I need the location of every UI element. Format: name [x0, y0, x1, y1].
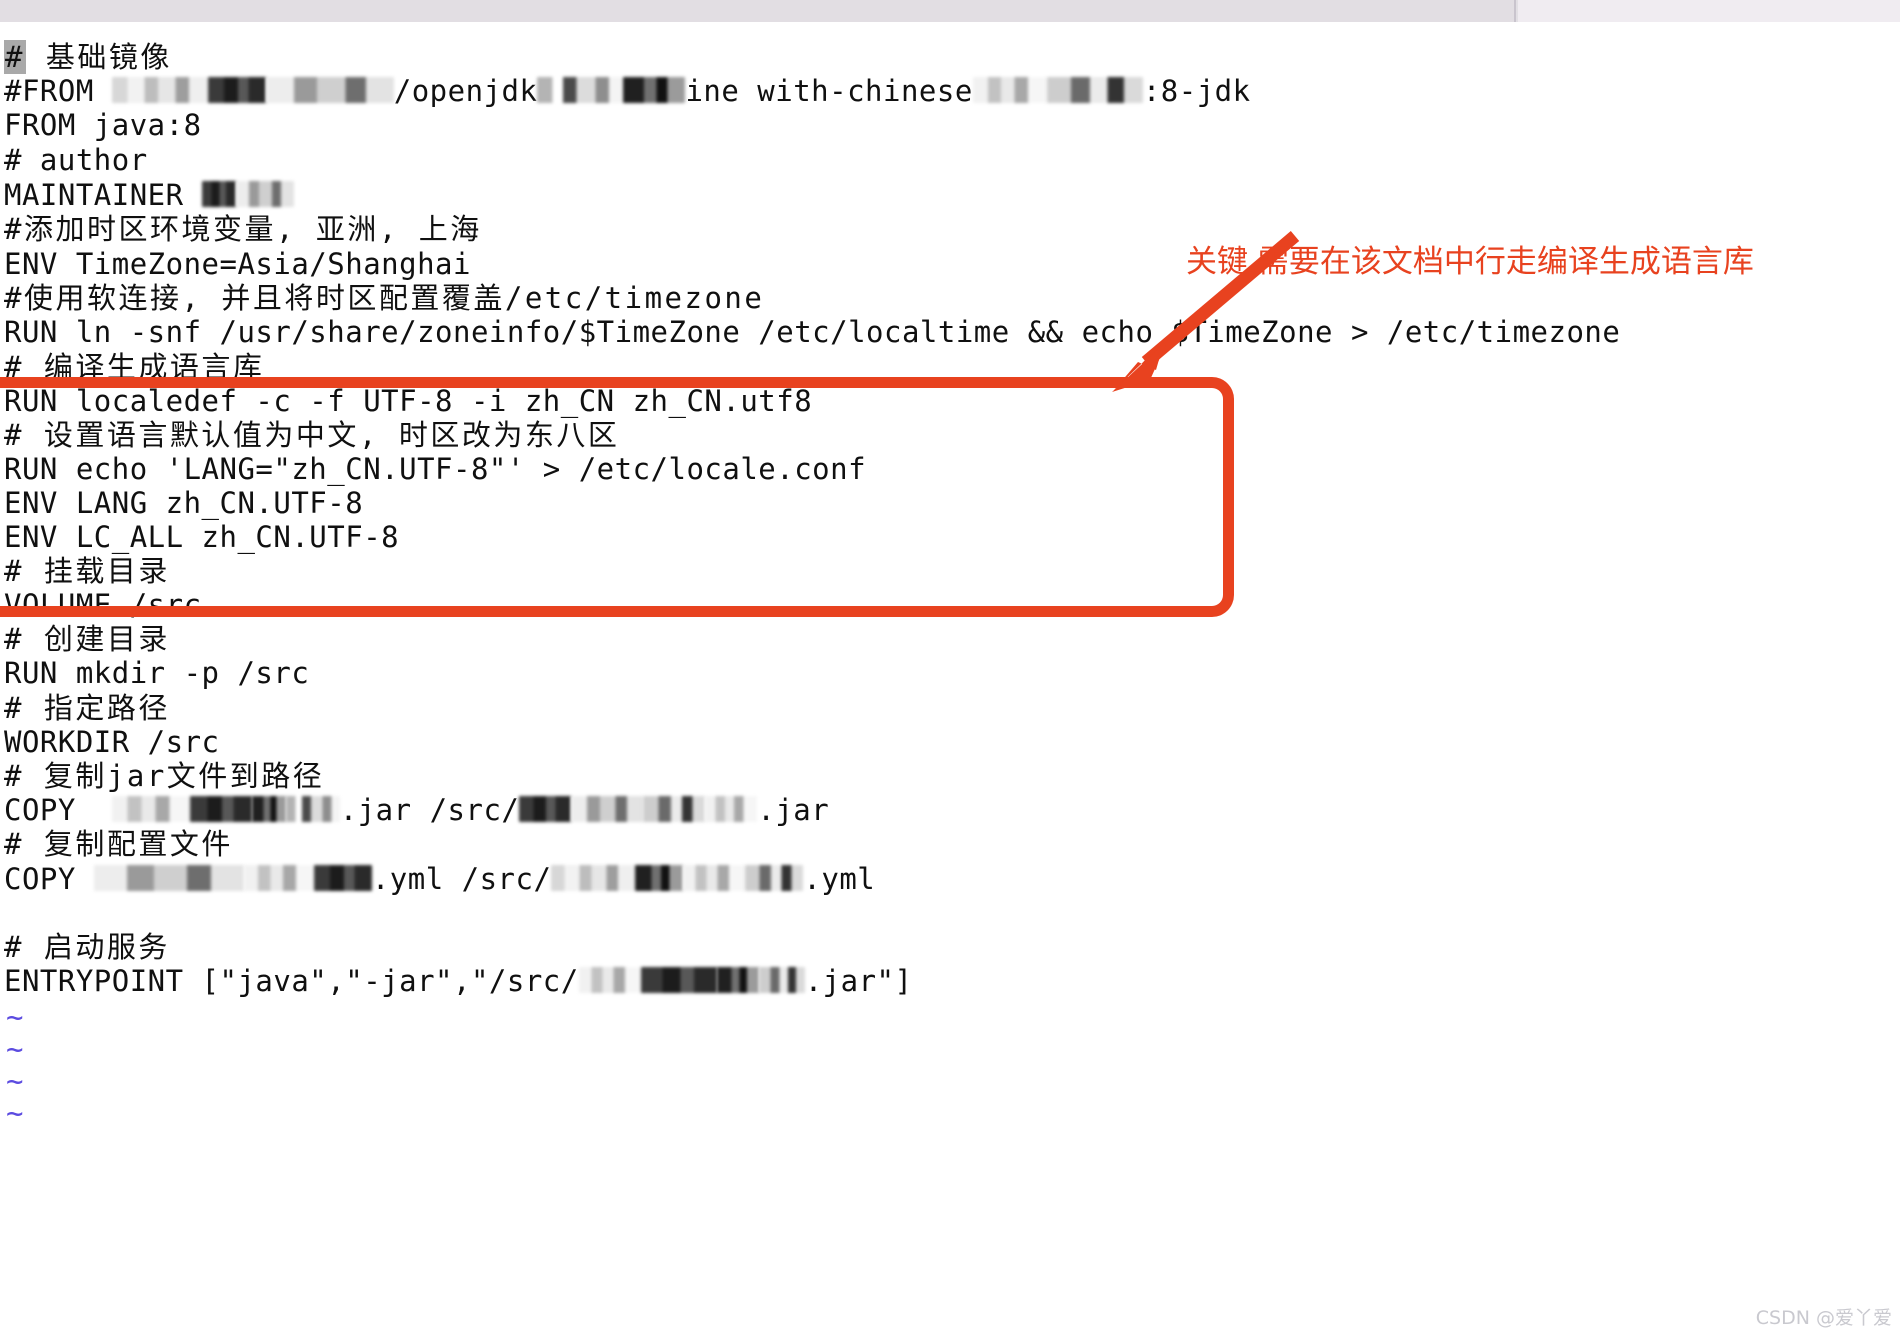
redacted-text-block — [519, 796, 572, 822]
code-text: .jar — [757, 793, 830, 827]
code-line: #添加时区环境变量, 亚洲, 上海 — [4, 212, 482, 246]
code-text: .jar"] — [804, 964, 913, 998]
code-line: # 启动服务 — [4, 930, 170, 964]
redacted-text-block — [972, 77, 1047, 103]
code-line: # 挂载目录 — [4, 554, 170, 588]
redacted-text-block — [189, 796, 252, 822]
code-text: #FROM — [4, 74, 112, 108]
code-line: FROM java:8 — [4, 108, 202, 142]
code-line: # 指定路径 — [4, 691, 170, 725]
redacted-text-block — [111, 77, 208, 103]
code-text: ine with-chinese — [685, 74, 973, 108]
code-line: RUN localedef -c -f UTF-8 -i zh_CN zh_CN… — [4, 384, 813, 418]
text-cursor: # — [4, 40, 26, 74]
code-text: .yml /src/ — [371, 862, 552, 896]
code-line: #使用软连接, 并且将时区配置覆盖/etc/timezone — [4, 281, 765, 315]
redacted-text-block — [716, 967, 759, 993]
code-line: # 编译生成语言库 — [4, 350, 265, 384]
code-line: # 设置语言默认值为中文, 时区改为东八区 — [4, 418, 620, 452]
redacted-text-block — [635, 865, 684, 891]
code-line: RUN ln -snf /usr/share/zoneinfo/$TimeZon… — [4, 315, 1621, 349]
redacted-text-block — [313, 865, 372, 891]
code-text: COPY — [4, 793, 112, 827]
redacted-text-block — [207, 77, 266, 103]
code-text: COPY — [4, 862, 94, 896]
redacted-text-block — [745, 865, 804, 891]
redacted-text-block — [1046, 77, 1143, 103]
code-line: # 复制配置文件 — [4, 827, 233, 861]
title-bar-right-pane[interactable] — [1518, 0, 1900, 22]
code-text: MAINTAINER — [4, 178, 202, 212]
code-line: ENV LANG zh_CN.UTF-8 — [4, 486, 364, 520]
code-line: MAINTAINER — [4, 178, 294, 212]
csdn-watermark: CSDN @爱丫爱 — [1755, 1307, 1892, 1329]
redacted-text-block — [285, 796, 340, 822]
redacted-text-block — [201, 181, 236, 207]
code-text: :8-jdk — [1142, 74, 1251, 108]
redacted-text-block — [551, 865, 636, 891]
redacted-text-block — [571, 796, 644, 822]
annotation-note-text: 关键,需要在该文档中行走编译生成语言库 — [1186, 244, 1754, 280]
code-text: .yml — [803, 862, 876, 896]
vim-tilde-marker: ~ — [6, 1000, 24, 1034]
code-line: VOLUME /src — [4, 588, 202, 622]
redacted-text-block — [758, 967, 805, 993]
code-line: #FROM /openjdk ine with-chinese :8-jdk — [4, 74, 1251, 108]
code-line: # 复制jar文件到路径 — [4, 759, 325, 793]
redacted-text-block — [251, 796, 286, 822]
terminal-vim-editor[interactable]: # 基础镜像 #FROM /openjdk ine with-chinese :8-j… — [0, 22, 1900, 1338]
code-line: RUN mkdir -p /src — [4, 656, 310, 690]
redacted-text-block — [683, 865, 746, 891]
redacted-text-block — [243, 865, 314, 891]
code-line: WORKDIR /src — [4, 725, 220, 759]
code-line: ENV LC_ALL zh_CN.UTF-8 — [4, 520, 400, 554]
code-text: /openjdk — [393, 74, 538, 108]
redacted-text-block — [93, 865, 244, 891]
code-line: # author — [4, 143, 148, 177]
code-text: 基础镜像 — [25, 40, 172, 74]
redacted-text-block — [640, 967, 717, 993]
code-line: RUN echo 'LANG="zh_CN.UTF-8"' > /etc/loc… — [4, 452, 867, 486]
redacted-text-block — [265, 77, 394, 103]
vim-tilde-marker: ~ — [6, 1064, 24, 1098]
redacted-text-block — [578, 967, 641, 993]
code-line: COPY .jar /src/ .jar — [4, 793, 829, 827]
redacted-text-block — [705, 796, 758, 822]
redacted-text-block — [537, 77, 624, 103]
code-line: # 创建目录 — [4, 622, 170, 656]
code-text: .jar /src/ — [339, 793, 520, 827]
vim-tilde-marker: ~ — [6, 1096, 24, 1130]
redacted-text-block — [643, 796, 706, 822]
code-line: COPY .yml /src/ .yml — [4, 862, 875, 896]
redacted-text-block — [623, 77, 686, 103]
code-line: # 基础镜像 — [4, 40, 172, 74]
code-text: ENTRYPOINT ["java","-jar","/src/ — [4, 964, 579, 998]
vim-tilde-marker: ~ — [6, 1032, 24, 1066]
window-title-bar — [0, 0, 1900, 22]
redacted-text-block — [235, 181, 294, 207]
code-line: ENTRYPOINT ["java","-jar","/src/ .jar"] — [4, 964, 912, 998]
code-line: ENV TimeZone=Asia/Shanghai — [4, 247, 471, 281]
redacted-text-block — [111, 796, 190, 822]
title-bar-left-pane[interactable] — [0, 0, 1516, 22]
